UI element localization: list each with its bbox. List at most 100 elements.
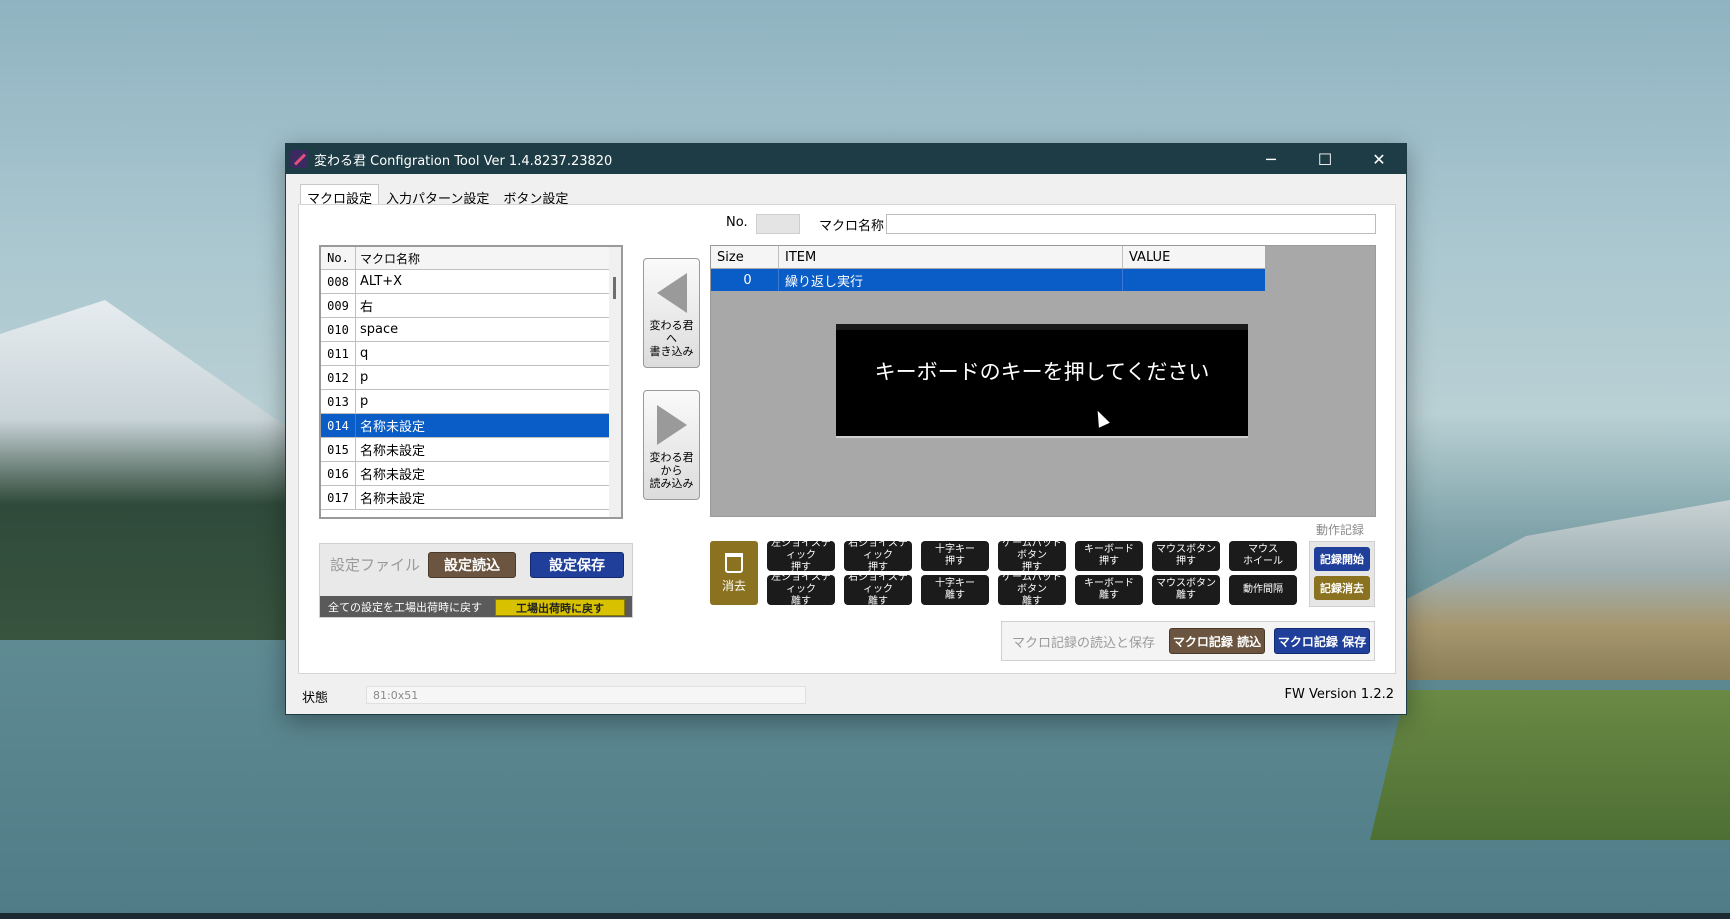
record-clear-button[interactable]: 記録消去: [1314, 576, 1370, 600]
macro-record-load-button[interactable]: マクロ記録 読込: [1169, 628, 1265, 654]
list-item[interactable]: 009 右: [321, 294, 609, 318]
macro-no-label: No.: [726, 215, 748, 230]
mouse-cursor-icon: [1092, 408, 1110, 428]
step-item: 繰り返し実行: [779, 269, 1123, 291]
wallpaper-hill-right: [1390, 500, 1730, 680]
macro-name: 名称未設定: [360, 492, 426, 507]
macro-no: 017: [321, 486, 356, 509]
dpad-release-button[interactable]: 十字キー 離す: [921, 575, 989, 605]
list-scrollbar[interactable]: [609, 247, 621, 517]
macro-no-field[interactable]: [756, 214, 800, 234]
mouse-button-press-button[interactable]: マウスボタン 押す: [1152, 541, 1220, 571]
list-item[interactable]: 010 space: [321, 318, 609, 342]
list-item[interactable]: 013 p: [321, 390, 609, 414]
read-from-device-label: 変わる君 から 読み込み: [649, 451, 694, 490]
list-item[interactable]: 017 名称未設定: [321, 486, 609, 510]
status-value: 81:0x51: [366, 686, 806, 704]
taskbar-edge: [0, 913, 1730, 919]
list-item[interactable]: 015 名称未設定: [321, 438, 609, 462]
macro-no: 010: [321, 318, 356, 341]
macro-steps-grid[interactable]: Size ITEM VALUE 0 繰り返し実行 キーボードのキーを押してくださ…: [710, 245, 1376, 517]
firmware-version: FW Version 1.2.2: [1284, 687, 1394, 702]
action-label: 動作間隔: [1243, 584, 1283, 595]
mouse-button-release-button[interactable]: マウスボタン 離す: [1152, 575, 1220, 605]
gamepad-button-release-button[interactable]: ゲームパッドボタン 離す: [998, 572, 1066, 607]
settings-load-button[interactable]: 設定読込: [428, 552, 516, 578]
gamepad-button-press-button[interactable]: ゲームパッドボタン 押す: [998, 538, 1066, 573]
settings-save-button[interactable]: 設定保存: [530, 552, 624, 578]
macro-list-header: No. マクロ名称: [321, 247, 609, 270]
macro-record-group: マクロ記録の読込と保存 マクロ記録 読込 マクロ記録 保存: [1001, 621, 1375, 661]
list-item[interactable]: 012 p: [321, 366, 609, 390]
macro-no: 012: [321, 366, 356, 389]
wallpaper-mountain-left: [0, 300, 300, 640]
macro-name-label: マクロ名称: [819, 219, 885, 234]
action-label: 右ジョイスティック 押す: [848, 538, 908, 573]
action-label: 十字キー 押す: [935, 544, 975, 567]
arrow-right-icon: [656, 405, 687, 445]
list-item[interactable]: 011 q: [321, 342, 609, 366]
delete-label: 消去: [721, 579, 746, 593]
macro-name: q: [360, 346, 369, 361]
action-label: 左ジョイスティック 押す: [771, 538, 831, 573]
window-title: 変わる君 Configration Tool Ver 1.4.8237.2382…: [314, 153, 613, 169]
column-size: Size: [711, 246, 779, 268]
list-item[interactable]: 008 ALT+X: [321, 270, 609, 294]
action-label: マウス ホイール: [1243, 544, 1283, 567]
title-bar[interactable]: 変わる君 Configration Tool Ver 1.4.8237.2382…: [286, 144, 1406, 174]
action-label: マウスボタン 押す: [1156, 544, 1216, 567]
mouse-wheel-button[interactable]: マウス ホイール: [1229, 541, 1297, 571]
left-stick-press-button[interactable]: 左ジョイスティック 押す: [767, 538, 835, 573]
macro-name: 名称未設定: [360, 468, 426, 483]
minimize-button[interactable]: ─: [1244, 144, 1298, 174]
action-label: 十字キー 離す: [935, 578, 975, 601]
arrow-left-icon: [656, 273, 687, 313]
keyboard-release-button[interactable]: キーボード 離す: [1075, 575, 1143, 605]
macro-record-label: マクロ記録の読込と保存: [1012, 636, 1156, 651]
left-stick-release-button[interactable]: 左ジョイスティック 離す: [767, 572, 835, 607]
write-to-device-label: 変わる君 へ 書き込み: [649, 319, 694, 358]
macro-no: 016: [321, 462, 356, 485]
macro-name: p: [360, 394, 369, 409]
app-icon: [290, 150, 308, 168]
record-start-button[interactable]: 記録開始: [1314, 547, 1370, 571]
trash-icon: [725, 553, 743, 573]
macro-name-field[interactable]: [886, 214, 1376, 234]
right-stick-release-button[interactable]: 右ジョイスティック 離す: [844, 572, 912, 607]
factory-reset-text: 全ての設定を工場出荷時に戻す: [328, 600, 482, 614]
key-prompt-overlay: キーボードのキーを押してください: [836, 324, 1248, 438]
close-button[interactable]: ✕: [1352, 144, 1406, 174]
macro-name: p: [360, 370, 369, 385]
factory-reset-button[interactable]: 工場出荷時に戻す: [495, 599, 625, 616]
write-to-device-button[interactable]: 変わる君 へ 書き込み: [643, 258, 700, 368]
macro-list[interactable]: No. マクロ名称 008 ALT+X 009 右 010 space 011 q 01…: [319, 245, 623, 519]
macro-no: 011: [321, 342, 356, 365]
macro-name: 右: [360, 300, 374, 315]
read-from-device-button[interactable]: 変わる君 から 読み込み: [643, 390, 700, 500]
grid-row-selected[interactable]: 0 繰り返し実行: [711, 269, 1265, 291]
macro-record-save-button[interactable]: マクロ記録 保存: [1274, 628, 1370, 654]
dpad-press-button[interactable]: 十字キー 押す: [921, 541, 989, 571]
action-label: ゲームパッドボタン 押す: [1002, 538, 1062, 573]
list-item-selected[interactable]: 014 名称未設定: [321, 414, 609, 438]
settings-file-group: 設定ファイル 設定読込 設定保存 全ての設定を工場出荷時に戻す 工場出荷時に戻す: [319, 543, 633, 618]
action-interval-button[interactable]: 動作間隔: [1229, 575, 1297, 605]
maximize-button[interactable]: ☐: [1298, 144, 1352, 174]
macro-no: 015: [321, 438, 356, 461]
delete-button[interactable]: 消去: [710, 541, 758, 605]
action-label: ゲームパッドボタン 離す: [1002, 572, 1062, 607]
keyboard-press-button[interactable]: キーボード 押す: [1075, 541, 1143, 571]
macro-no: 009: [321, 294, 356, 317]
right-stick-press-button[interactable]: 右ジョイスティック 押す: [844, 538, 912, 573]
column-name: マクロ名称: [360, 251, 421, 266]
action-label: 左ジョイスティック 離す: [771, 572, 831, 607]
macro-no: 014: [321, 414, 356, 437]
status-bar: 状態 81:0x51 FW Version 1.2.2: [286, 678, 1406, 714]
column-item: ITEM: [779, 246, 1123, 268]
action-label: マウスボタン 離す: [1156, 578, 1216, 601]
list-item[interactable]: 016 名称未設定: [321, 462, 609, 486]
macro-name: 名称未設定: [360, 444, 426, 459]
macro-name: space: [360, 322, 399, 337]
scrollbar-thumb[interactable]: [613, 277, 616, 299]
settings-file-label: 設定ファイル: [330, 556, 421, 574]
